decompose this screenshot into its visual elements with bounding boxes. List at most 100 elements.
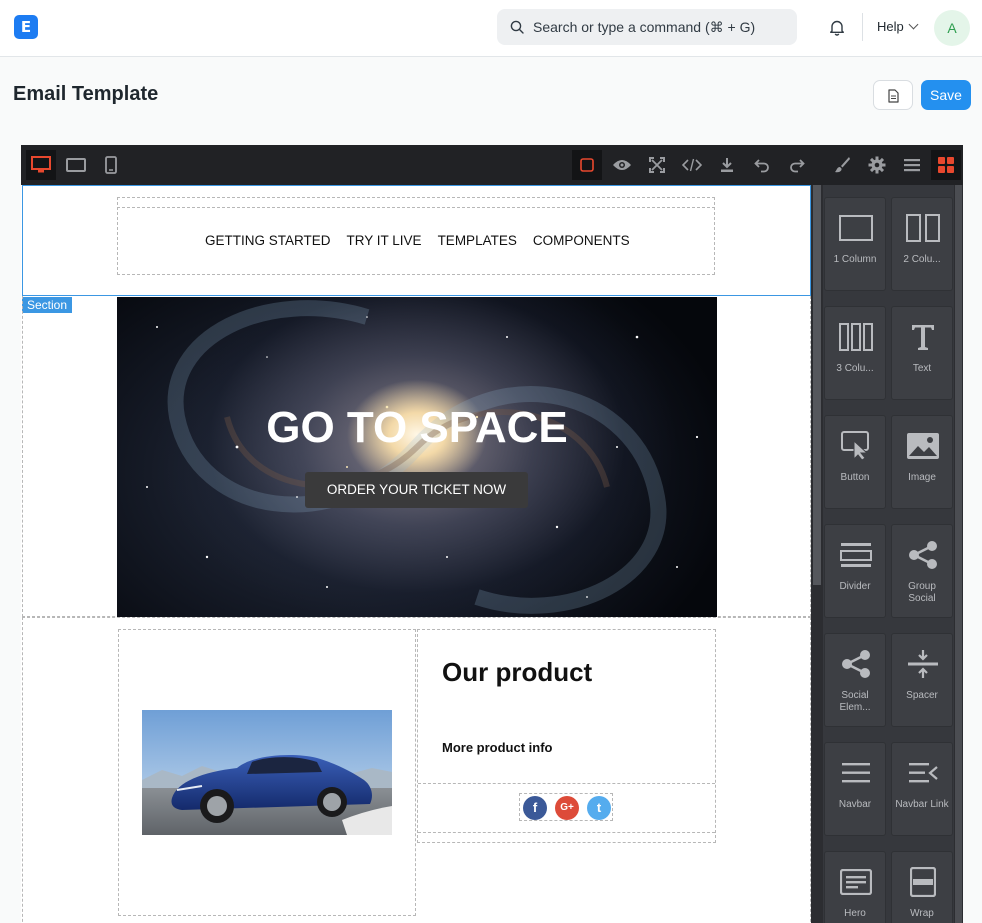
nav-link[interactable]: GETTING STARTED	[205, 233, 331, 248]
help-dropdown[interactable]: Help	[877, 19, 919, 34]
eye-icon	[613, 160, 631, 170]
search-placeholder: Search or type a command (⌘ + G)	[533, 19, 756, 35]
block-hero[interactable]: Hero	[824, 851, 886, 923]
nav-link[interactable]: TEMPLATES	[438, 233, 517, 248]
block-navbar-link[interactable]: Navbar Link	[891, 742, 953, 836]
block-three-column[interactable]: 3 Colu...	[824, 306, 886, 400]
undo-button[interactable]	[747, 150, 777, 180]
canvas-scrollbar-thumb[interactable]	[813, 185, 821, 585]
block-label: 1 Column	[833, 254, 877, 265]
block-one-column[interactable]: 1 Column	[824, 197, 886, 291]
layer-manager-button[interactable]	[897, 150, 927, 180]
block-image[interactable]: Image	[891, 415, 953, 509]
expand-icon	[649, 157, 665, 173]
blocks-button[interactable]	[931, 150, 961, 180]
hero-title[interactable]: GO TO SPACE	[117, 403, 717, 453]
block-label: 3 Colu...	[836, 363, 874, 374]
divider	[862, 13, 863, 41]
help-label: Help	[877, 19, 904, 34]
document-icon	[888, 89, 899, 103]
block-navbar[interactable]: Navbar	[824, 742, 886, 836]
share-icon	[842, 650, 870, 678]
facebook-icon[interactable]: f	[523, 796, 547, 820]
mobile-view-button[interactable]	[96, 150, 126, 180]
download-icon	[721, 158, 733, 172]
undo-icon	[754, 159, 769, 173]
two-column-icon	[906, 214, 940, 242]
email-canvas[interactable]: GETTING STARTED TRY IT LIVE TEMPLATES COMPO…	[21, 185, 811, 923]
block-wrap[interactable]: Wrap	[891, 851, 953, 923]
gear-icon	[868, 156, 886, 174]
code-view-button[interactable]	[677, 150, 707, 180]
order-ticket-button[interactable]: ORDER YOUR TICKET NOW	[305, 472, 528, 508]
desktop-icon	[31, 156, 51, 173]
top-navbar: E Search or type a command (⌘ + G) Help …	[0, 0, 982, 57]
style-manager-button[interactable]	[827, 150, 857, 180]
blocks-scrollbar-thumb[interactable]	[955, 185, 962, 923]
hero-icon	[840, 869, 872, 895]
block-label: Social Elem...	[839, 690, 871, 713]
grid-icon	[938, 157, 954, 173]
block-label: Image	[908, 472, 936, 483]
block-spacer[interactable]: Spacer	[891, 633, 953, 727]
desktop-view-button[interactable]	[26, 150, 56, 180]
google-plus-icon[interactable]: G+	[555, 796, 579, 820]
one-column-icon	[839, 215, 873, 241]
product-image[interactable]	[142, 710, 392, 835]
app-logo[interactable]: E	[14, 15, 38, 39]
brush-icon	[835, 157, 850, 173]
car-image	[142, 710, 392, 835]
nav-link[interactable]: TRY IT LIVE	[347, 233, 422, 248]
twitter-icon[interactable]: t	[587, 796, 611, 820]
bell-icon[interactable]	[828, 18, 846, 36]
product-title[interactable]: Our product	[442, 657, 592, 688]
redo-button[interactable]	[782, 150, 812, 180]
fullscreen-button[interactable]	[642, 150, 672, 180]
block-social-element[interactable]: Social Elem...	[824, 633, 886, 727]
redo-icon	[790, 159, 805, 173]
save-button[interactable]: Save	[921, 80, 971, 110]
code-icon	[682, 158, 702, 172]
navbar-icon	[842, 763, 870, 783]
editor-toolbar	[21, 145, 963, 185]
navbar-link-icon	[909, 763, 938, 783]
mobile-icon	[105, 156, 117, 174]
block-label: Divider	[839, 581, 871, 592]
search-bar[interactable]: Search or type a command (⌘ + G)	[497, 9, 797, 45]
block-label: Button	[840, 472, 870, 483]
blocks-panel: 1 Column 2 Colu... 3 Colu... Text Button…	[823, 185, 963, 923]
block-divider[interactable]: Divider	[824, 524, 886, 618]
block-button[interactable]: Button	[824, 415, 886, 509]
text-icon	[912, 325, 934, 350]
block-label: Navbar Link	[895, 799, 949, 810]
settings-button[interactable]	[862, 150, 892, 180]
wrap-icon	[910, 867, 936, 897]
outline-toggle-button[interactable]	[572, 150, 602, 180]
page-title: Email Template	[13, 83, 159, 105]
preview-button[interactable]	[607, 150, 637, 180]
social-group[interactable]: f G+ t	[519, 793, 613, 821]
tablet-icon	[66, 158, 86, 172]
document-button[interactable]	[873, 80, 913, 110]
nav-link[interactable]: COMPONENTS	[533, 233, 630, 248]
button-icon	[841, 431, 869, 461]
download-button[interactable]	[712, 150, 742, 180]
block-text[interactable]: Text	[891, 306, 953, 400]
template-editor: GETTING STARTED TRY IT LIVE TEMPLATES COMPO…	[21, 145, 963, 923]
hero-section[interactable]: GO TO SPACE ORDER YOUR TICKET NOW	[117, 297, 717, 617]
block-label: Text	[912, 363, 932, 374]
block-label: Hero	[844, 908, 866, 919]
block-label: Group Social	[908, 581, 936, 604]
galaxy-image	[146, 300, 699, 614]
block-group-social[interactable]: Group Social	[891, 524, 953, 618]
image-icon	[907, 433, 939, 459]
block-two-column[interactable]: 2 Colu...	[891, 197, 953, 291]
block-label: Spacer	[906, 690, 938, 701]
navbar-links: GETTING STARTED TRY IT LIVE TEMPLATES COMPO…	[205, 233, 646, 248]
avatar[interactable]: A	[934, 10, 970, 46]
tablet-view-button[interactable]	[61, 150, 91, 180]
spacer-icon	[908, 650, 938, 678]
divider-icon	[840, 543, 872, 567]
product-subtitle[interactable]: More product info	[442, 740, 553, 755]
block-label: 2 Colu...	[903, 254, 941, 265]
